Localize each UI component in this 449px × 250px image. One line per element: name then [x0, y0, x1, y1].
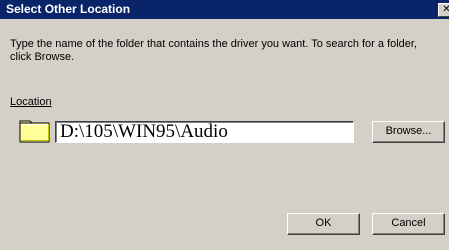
- location-path-input[interactable]: [55, 121, 354, 143]
- ok-button[interactable]: OK: [287, 213, 360, 235]
- title-bar[interactable]: Select Other Location: [0, 0, 449, 19]
- browse-button[interactable]: Browse...: [372, 121, 445, 143]
- close-button[interactable]: ✕: [438, 3, 449, 17]
- select-other-location-dialog: Select Other Location ✕ Type the name of…: [0, 0, 449, 250]
- instruction-text: Type the name of the folder that contain…: [10, 38, 418, 63]
- folder-icon: [19, 120, 50, 143]
- location-label: Location: [10, 96, 52, 108]
- cancel-button[interactable]: Cancel: [372, 213, 445, 235]
- close-icon: ✕: [442, 4, 449, 15]
- window-title: Select Other Location: [6, 2, 131, 16]
